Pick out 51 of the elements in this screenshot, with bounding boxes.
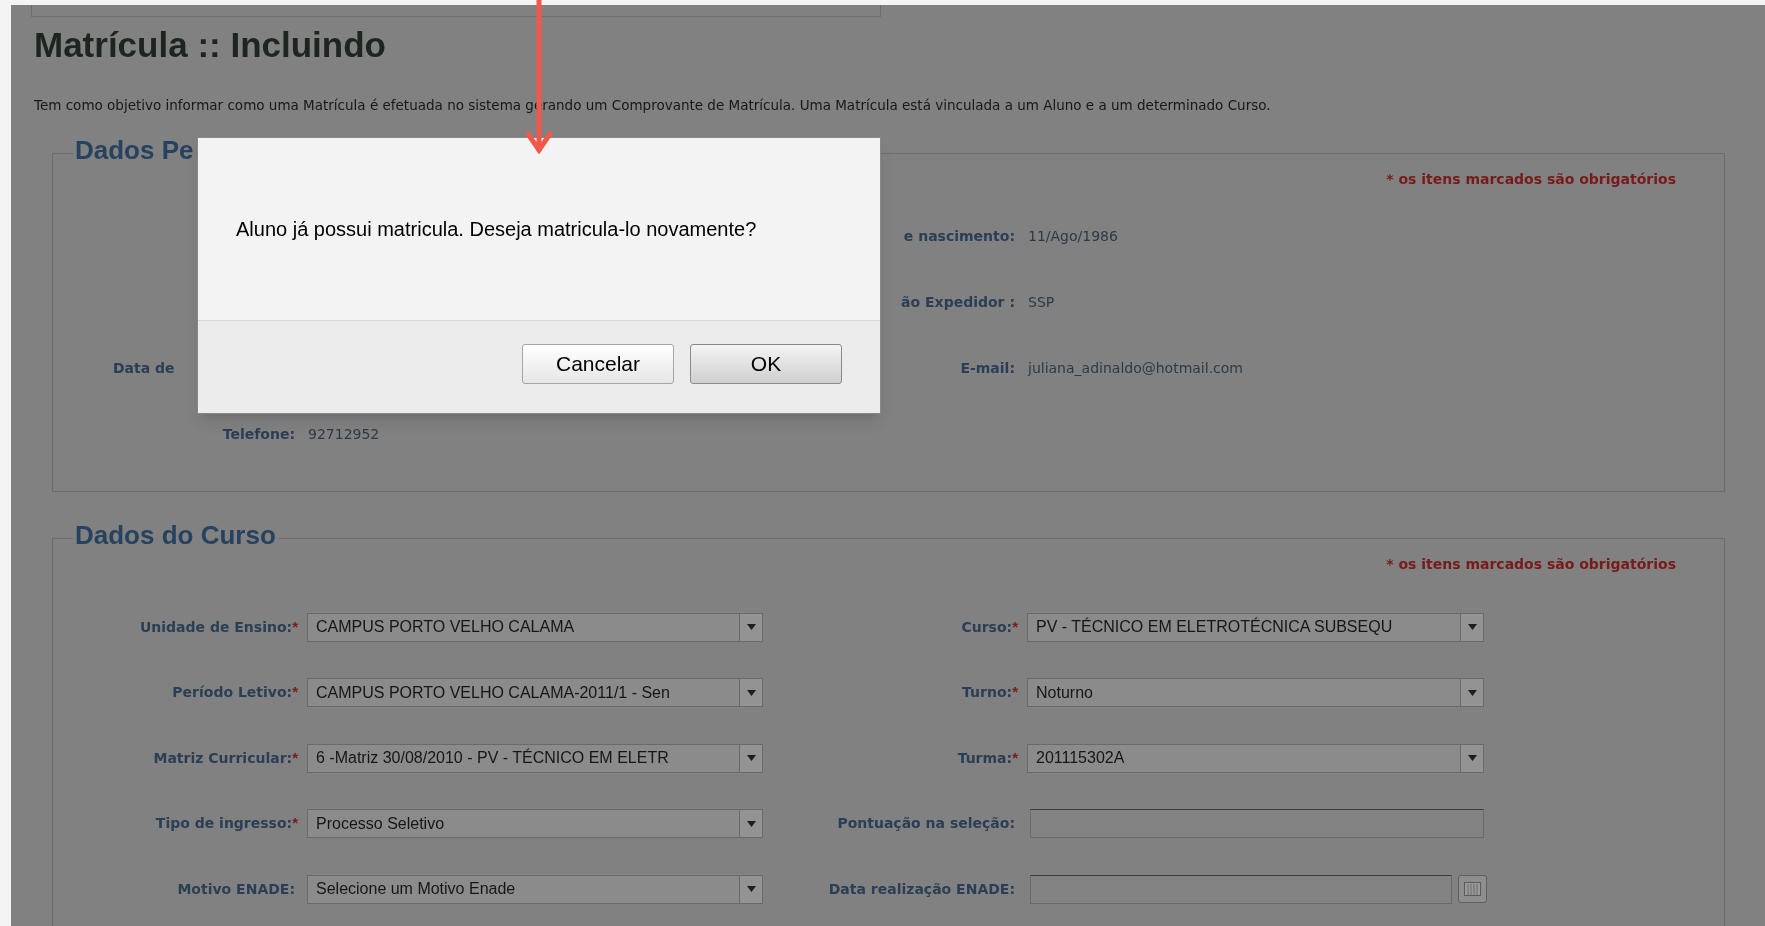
- field-label: Data de: [113, 358, 175, 378]
- select-field[interactable]: CAMPUS PORTO VELHO CALAMA: [307, 612, 763, 642]
- field-label: Turma:: [957, 748, 1013, 768]
- field-label: E-mail:: [960, 358, 1015, 378]
- page-title: Matrícula :: Incluindo: [34, 27, 386, 62]
- select-field[interactable]: Noturno: [1027, 678, 1484, 707]
- date-input[interactable]: [1030, 874, 1452, 904]
- field-label: Pontuação na seleção:: [837, 814, 1015, 833]
- required-mark: *: [1012, 616, 1018, 637]
- required-mark: *: [292, 616, 298, 637]
- field-value: 11/Ago/1986: [1028, 226, 1118, 246]
- text-input[interactable]: [1030, 809, 1484, 838]
- required-note: * os itens marcados são obrigatórios: [1386, 170, 1676, 190]
- field-label: Tipo de ingresso:: [155, 814, 293, 833]
- field-value: juliana_adinaldo@hotmail.com: [1028, 358, 1243, 378]
- field-label: e nascimento:: [903, 226, 1015, 246]
- select-field[interactable]: 6 -Matriz 30/08/2010 - PV - TÉCNICO EM ELETR: [307, 743, 763, 773]
- required-note: * os itens marcados são obrigatórios: [1386, 555, 1676, 575]
- field-value: 92712952: [308, 424, 380, 444]
- select-field[interactable]: 201115302A: [1027, 743, 1484, 773]
- field-label: Data realização ENADE:: [828, 879, 1015, 899]
- dropdown-caret-icon: [1460, 744, 1483, 772]
- required-mark: *: [292, 747, 298, 768]
- field-value: SSP: [1028, 292, 1055, 312]
- field-label: Turno:: [962, 683, 1013, 702]
- field-label: Telefone:: [222, 424, 295, 444]
- select-field[interactable]: PV - TÉCNICO EM ELETROTÉCNICA SUBSEQU: [1027, 612, 1484, 642]
- dropdown-caret-icon: [1460, 613, 1483, 641]
- field-label: Unidade de Ensino:: [139, 617, 293, 637]
- dialog-message: Aluno já possui matricula. Deseja matricula-lo novamente?: [236, 217, 757, 242]
- dropdown-caret-icon: [1460, 679, 1483, 706]
- required-mark: *: [1012, 747, 1018, 768]
- dropdown-caret-icon: [739, 613, 762, 641]
- dropdown-caret-icon: [739, 679, 762, 706]
- select-field[interactable]: Selecione um Motivo Enade: [307, 874, 763, 904]
- field-label: Matriz Curricular:: [153, 748, 293, 768]
- select-field[interactable]: Processo Seletivo: [307, 809, 763, 838]
- field-label: Curso:: [961, 617, 1013, 637]
- dialog-button[interactable]: Cancelar: [522, 344, 674, 384]
- dialog-button[interactable]: OK: [690, 344, 842, 384]
- field-label: Motivo ENADE:: [177, 879, 295, 899]
- field-label: Período Letivo:: [172, 683, 293, 702]
- required-mark: *: [1012, 682, 1018, 703]
- select-field[interactable]: CAMPUS PORTO VELHO CALAMA-2011/1 - Sen: [307, 678, 763, 707]
- field-label: ão Expedidor :: [901, 292, 1015, 312]
- dropdown-caret-icon: [739, 744, 762, 772]
- required-mark: *: [292, 682, 298, 703]
- calendar-icon[interactable]: [1458, 875, 1487, 903]
- dropdown-caret-icon: [739, 875, 762, 903]
- required-mark: *: [292, 813, 298, 834]
- dropdown-caret-icon: [739, 810, 762, 837]
